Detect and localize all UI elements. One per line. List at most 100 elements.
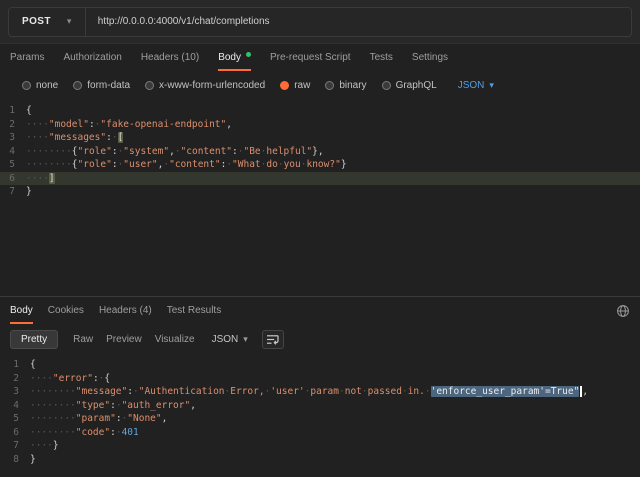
response-tabs: Body Cookies Headers (4) Test Results: [0, 296, 640, 324]
radio-label: none: [36, 80, 58, 91]
url-control: POST ▾: [8, 7, 632, 37]
postman-window: POST ▾ Params Authorization Headers (10)…: [0, 0, 640, 477]
method-label: POST: [22, 16, 51, 27]
code-line[interactable]: 1{: [0, 358, 640, 372]
line-number: 3: [0, 385, 30, 399]
radio-label: binary: [339, 80, 366, 91]
bodytype-x-www-form-urlencoded[interactable]: x-www-form-urlencoded: [145, 80, 265, 91]
tab-headers[interactable]: Headers (10): [141, 44, 199, 71]
wrap-lines-button[interactable]: [262, 330, 284, 349]
code-line[interactable]: 5········"param":·"None",: [0, 412, 640, 426]
radio-icon: [73, 81, 82, 90]
chevron-down-icon: ▾: [67, 17, 72, 26]
line-number: 4: [0, 145, 26, 159]
request-language-select[interactable]: JSON ▾: [458, 80, 494, 91]
tab-label: Params: [10, 52, 44, 63]
code-line[interactable]: 6········"code":·401: [0, 426, 640, 440]
code-line[interactable]: 3····"messages":·[: [0, 131, 640, 145]
radio-selected-icon: [280, 81, 289, 90]
tab-label: Pre-request Script: [270, 52, 351, 63]
body-content-dot: [246, 52, 251, 57]
radio-label: x-www-form-urlencoded: [159, 80, 265, 91]
tab-label: Authorization: [63, 52, 121, 63]
bodytype-graphql[interactable]: GraphQL: [382, 80, 437, 91]
view-visualize-button[interactable]: Visualize: [155, 331, 195, 348]
chevron-down-icon: ▾: [243, 335, 248, 344]
code-line[interactable]: 2····"model":·"fake-openai-endpoint",: [0, 118, 640, 132]
code-line[interactable]: 7····}: [0, 439, 640, 453]
line-number: 5: [0, 412, 30, 426]
code-line[interactable]: 5········{"role":·"user",·"content":·"Wh…: [0, 158, 640, 172]
chevron-down-icon: ▾: [489, 81, 494, 90]
tab-body[interactable]: Body: [218, 44, 251, 71]
code-line[interactable]: 2····"error":·{: [0, 372, 640, 386]
line-number: 1: [0, 358, 30, 372]
line-number: 6: [0, 172, 26, 186]
radio-icon: [145, 81, 154, 90]
view-label: Visualize: [155, 334, 195, 345]
line-number: 2: [0, 372, 30, 386]
tab-params[interactable]: Params: [10, 44, 44, 71]
tab-label: Tests: [370, 52, 393, 63]
response-body-editor[interactable]: 1{2····"error":·{3········"message":·"Au…: [0, 354, 640, 477]
bodytype-none[interactable]: none: [22, 80, 58, 91]
line-number: 2: [0, 118, 26, 132]
radio-icon: [382, 81, 391, 90]
radio-icon: [22, 81, 31, 90]
url-input[interactable]: [86, 16, 631, 27]
line-number: 3: [0, 131, 26, 145]
body-type-bar: none form-data x-www-form-urlencoded raw…: [0, 71, 640, 100]
line-number: 5: [0, 158, 26, 172]
response-tab-headers[interactable]: Headers (4): [99, 297, 152, 324]
line-number: 7: [0, 439, 30, 453]
request-body-editor[interactable]: 1{2····"model":·"fake-openai-endpoint",3…: [0, 100, 640, 296]
tab-tests[interactable]: Tests: [370, 44, 393, 71]
view-preview-button[interactable]: Preview: [106, 331, 142, 348]
tab-label: Body: [10, 305, 33, 316]
tab-label: Cookies: [48, 305, 84, 316]
code-line[interactable]: 3········"message":·"Authentication·Erro…: [0, 385, 640, 399]
radio-label: form-data: [87, 80, 130, 91]
code-line[interactable]: 8}: [0, 453, 640, 467]
wrap-lines-icon: [266, 334, 279, 345]
bodytype-form-data[interactable]: form-data: [73, 80, 130, 91]
line-number: 8: [0, 453, 30, 467]
line-number: 7: [0, 185, 26, 199]
response-tab-body[interactable]: Body: [10, 297, 33, 324]
tab-settings[interactable]: Settings: [412, 44, 448, 71]
tab-label: Headers (10): [141, 52, 199, 63]
view-raw-button[interactable]: Raw: [73, 331, 93, 348]
request-tabs: Params Authorization Headers (10) Body P…: [0, 44, 640, 71]
radio-label: raw: [294, 80, 310, 91]
code-line[interactable]: 7}: [0, 185, 640, 199]
view-label: Raw: [73, 334, 93, 345]
tab-label: Test Results: [167, 305, 221, 316]
tab-label: Body: [218, 52, 241, 63]
response-toolbar: Pretty Raw Preview Visualize JSON ▾: [0, 324, 640, 354]
spacer: [236, 297, 616, 324]
bodytype-raw[interactable]: raw: [280, 80, 310, 91]
response-tab-cookies[interactable]: Cookies: [48, 297, 84, 324]
code-line[interactable]: 6····]: [0, 172, 640, 186]
view-label: Pretty: [21, 334, 47, 345]
tab-label: Headers (4): [99, 305, 152, 316]
language-label: JSON: [212, 334, 239, 345]
response-tab-test-results[interactable]: Test Results: [167, 297, 221, 324]
tab-label: Settings: [412, 52, 448, 63]
tab-pre-request-script[interactable]: Pre-request Script: [270, 44, 351, 71]
response-language-select[interactable]: JSON ▾: [212, 334, 248, 345]
radio-label: GraphQL: [396, 80, 437, 91]
bodytype-binary[interactable]: binary: [325, 80, 366, 91]
line-number: 1: [0, 104, 26, 118]
view-pretty-button[interactable]: Pretty: [10, 330, 58, 349]
language-label: JSON: [458, 80, 485, 91]
view-label: Preview: [106, 334, 142, 345]
method-select[interactable]: POST ▾: [9, 8, 86, 36]
url-bar: POST ▾: [0, 0, 640, 44]
globe-icon[interactable]: [616, 297, 630, 324]
line-number: 6: [0, 426, 30, 440]
code-line[interactable]: 4········{"role":·"system",·"content":·"…: [0, 145, 640, 159]
code-line[interactable]: 1{: [0, 104, 640, 118]
tab-authorization[interactable]: Authorization: [63, 44, 121, 71]
code-line[interactable]: 4········"type":·"auth_error",: [0, 399, 640, 413]
